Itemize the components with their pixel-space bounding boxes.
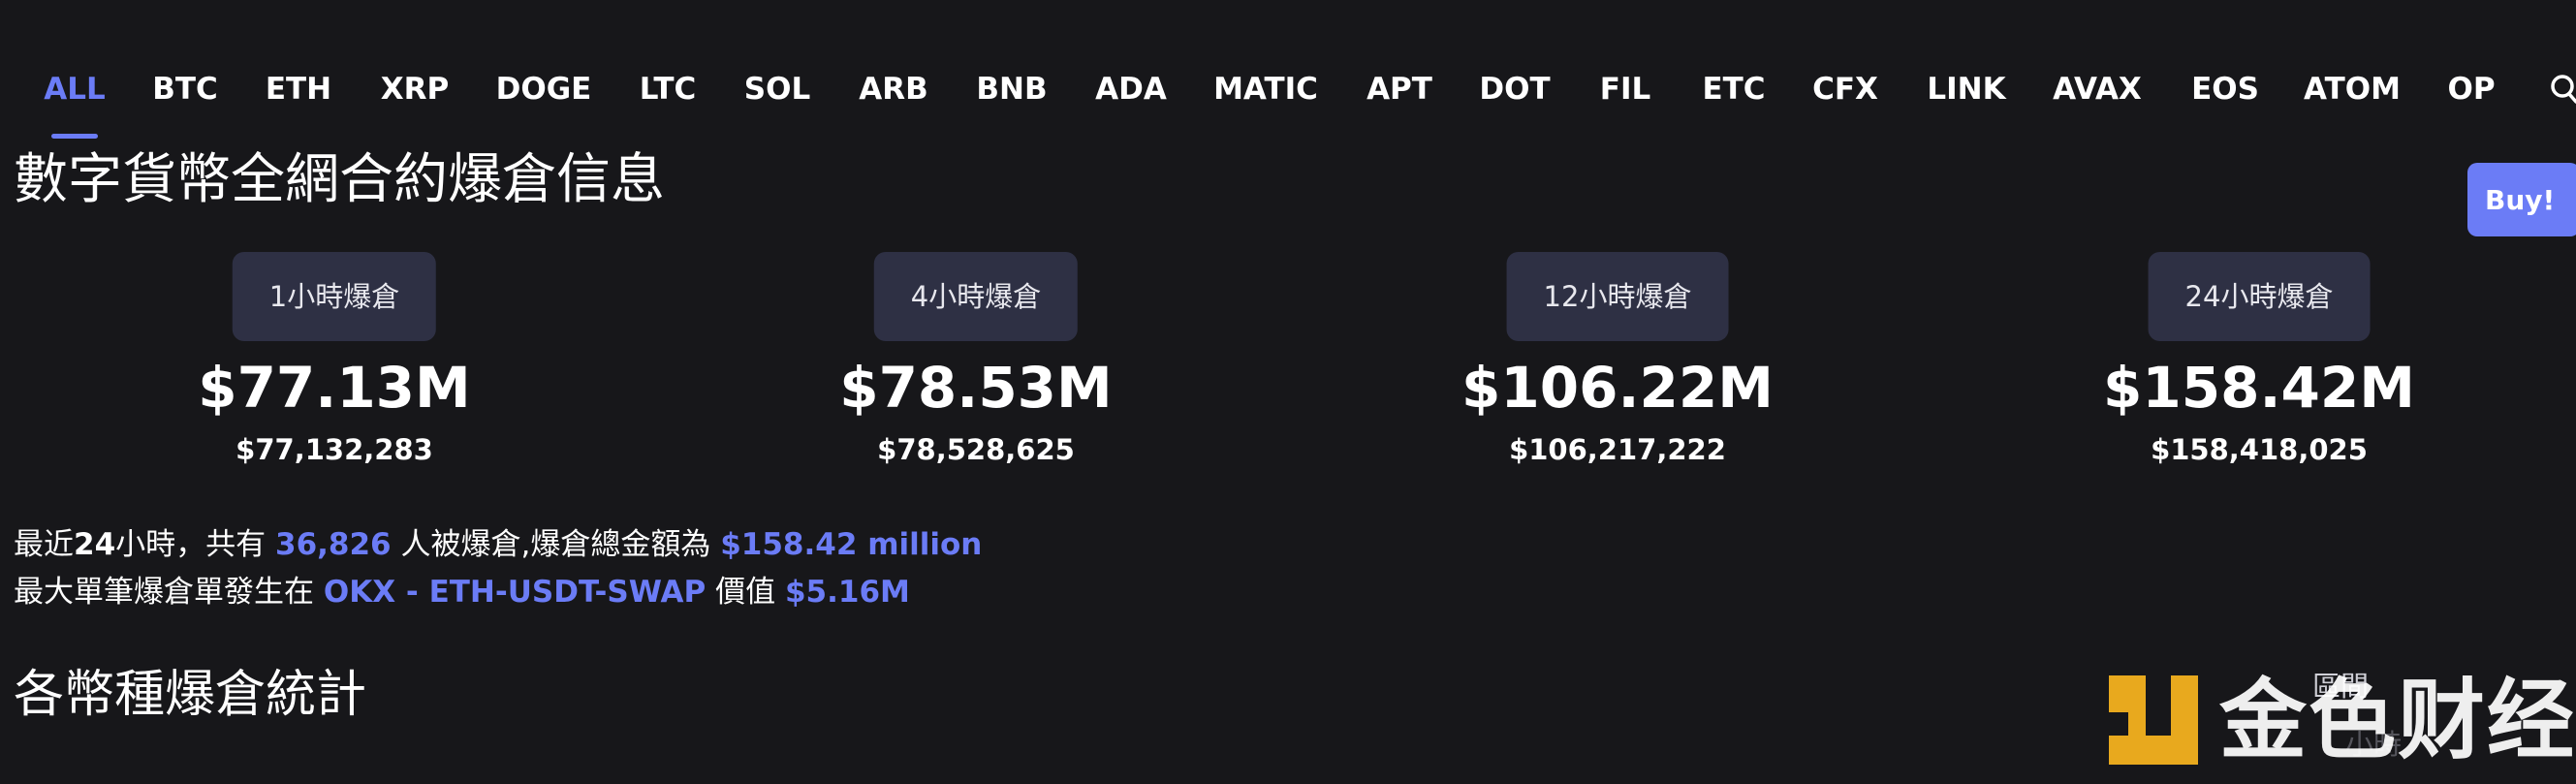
tab-avax[interactable]: AVAX <box>2053 70 2142 109</box>
tab-eos[interactable]: EOS <box>2191 70 2259 109</box>
stat-12h: 12小時爆倉 $106.22M $106,217,222 <box>1443 252 1792 475</box>
summary-text: 小時，共有 <box>115 527 267 562</box>
largest-liquidation-value: $5.16M <box>784 575 910 610</box>
summary-text: 人被爆倉,爆倉總金額為 <box>400 527 711 562</box>
stat-24h: 24小時爆倉 $158.42M $158,418,025 <box>2085 252 2434 475</box>
coin-tab-bar: ALL BTC ETH XRP DOGE LTC SOL ARB BNB ADA… <box>0 62 2576 139</box>
liquidated-count: 36,826 <box>275 527 392 562</box>
tab-apt[interactable]: APT <box>1367 70 1432 109</box>
summary-text: 最大單筆爆倉單發生在 <box>14 575 314 610</box>
watermark-text: 金色财经 <box>2219 670 2576 771</box>
tab-cfx[interactable]: CFX <box>1812 70 1878 109</box>
summary-text: 最近 <box>14 527 74 562</box>
tab-ada[interactable]: ADA <box>1095 70 1167 109</box>
largest-liquidation-line: 最大單筆爆倉單發生在 OKX - ETH-USDT-SWAP 價值 $5.16M <box>14 571 910 613</box>
tab-matic[interactable]: MATIC <box>1213 70 1318 109</box>
tab-doge[interactable]: DOGE <box>496 70 592 109</box>
summary-hours: 24 <box>74 527 116 562</box>
page: ALL BTC ETH XRP DOGE LTC SOL ARB BNB ADA… <box>0 0 2576 784</box>
buy-button[interactable]: Buy! <box>2467 163 2576 236</box>
stat-amount: $77.13M <box>198 355 471 421</box>
tab-bnb[interactable]: BNB <box>976 70 1047 109</box>
tab-link[interactable]: LINK <box>1927 70 2005 109</box>
stat-tab-1h[interactable]: 1小時爆倉 <box>232 252 437 341</box>
tab-all[interactable]: ALL <box>44 70 106 109</box>
watermark-logo-icon <box>2109 675 2198 765</box>
page-title: 數字貨幣全網合約爆倉信息 <box>14 148 665 211</box>
stat-tab-24h[interactable]: 24小時爆倉 <box>2148 252 2371 341</box>
liquidated-total: $158.42 million <box>720 527 983 562</box>
stat-exact-amount: $78,528,625 <box>877 433 1075 466</box>
tab-etc[interactable]: ETC <box>1702 70 1765 109</box>
active-tab-indicator <box>51 134 98 139</box>
tab-sol[interactable]: SOL <box>744 70 810 109</box>
stat-amount: $78.53M <box>839 355 1113 421</box>
search-icon[interactable] <box>2547 70 2576 109</box>
summary-text: 價值 <box>715 575 776 610</box>
tab-fil[interactable]: FIL <box>1600 70 1650 109</box>
stat-1h: 1小時爆倉 $77.13M $77,132,283 <box>160 252 509 475</box>
liquidation-summary-line: 最近24小時，共有 36,826 人被爆倉,爆倉總金額為 $158.42 mil… <box>14 523 982 566</box>
stat-exact-amount: $106,217,222 <box>1509 433 1726 466</box>
stat-amount: $106.22M <box>1461 355 1774 421</box>
section-title: 各幣種爆倉統計 <box>14 666 367 724</box>
tab-xrp[interactable]: XRP <box>381 70 450 109</box>
tab-atom[interactable]: ATOM <box>2304 70 2401 109</box>
stat-4h: 4小時爆倉 $78.53M $78,528,625 <box>801 252 1150 475</box>
tab-arb[interactable]: ARB <box>859 70 928 109</box>
stat-tab-4h[interactable]: 4小時爆倉 <box>873 252 1079 341</box>
tab-ltc[interactable]: LTC <box>640 70 697 109</box>
stat-exact-amount: $158,418,025 <box>2151 433 2368 466</box>
tab-op[interactable]: OP <box>2447 70 2495 109</box>
stat-exact-amount: $77,132,283 <box>236 433 433 466</box>
stat-amount: $158.42M <box>2103 355 2415 421</box>
largest-liquidation-market-link[interactable]: OKX - ETH-USDT-SWAP <box>324 575 706 610</box>
tab-eth[interactable]: ETH <box>266 70 331 109</box>
tab-btc[interactable]: BTC <box>152 70 218 109</box>
tab-dot[interactable]: DOT <box>1479 70 1550 109</box>
stat-tab-12h[interactable]: 12小時爆倉 <box>1506 252 1729 341</box>
